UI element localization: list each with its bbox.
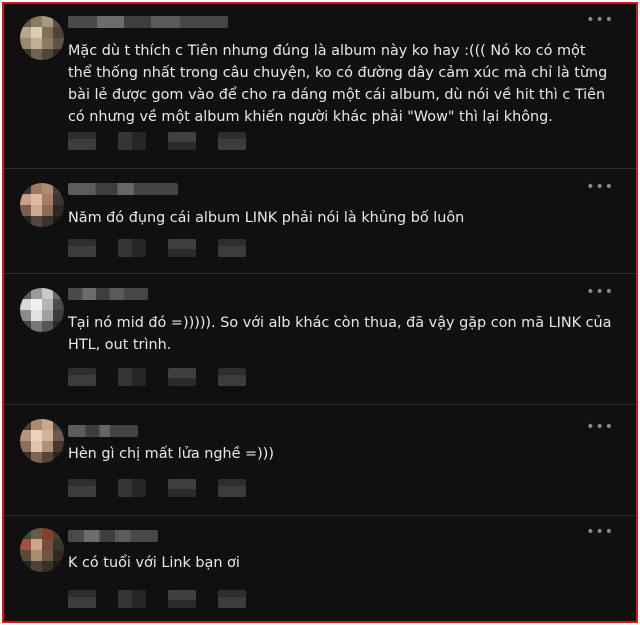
like-icon[interactable] <box>68 239 96 257</box>
reply-icon[interactable] <box>118 590 146 608</box>
repost-icon[interactable] <box>168 132 196 150</box>
reply-icon[interactable] <box>118 239 146 257</box>
share-icon[interactable] <box>218 239 246 257</box>
username-blurred[interactable] <box>68 288 148 300</box>
comment-text: K có tuổi với Link bạn ơi <box>68 555 240 571</box>
username-blurred[interactable] <box>68 425 138 437</box>
comment-actions <box>68 239 246 257</box>
comment-text: Năm đó đụng cái album LINK phải nói là k… <box>68 210 465 226</box>
more-options-icon[interactable]: ••• <box>586 524 614 540</box>
comment-text: Hèn gì chị mất lửa nghề =))) <box>68 446 274 462</box>
comment-text: Tại nó mid đó =))))). So với alb khác cò… <box>68 315 617 353</box>
like-icon[interactable] <box>68 132 96 150</box>
reply-icon[interactable] <box>118 479 146 497</box>
share-icon[interactable] <box>218 479 246 497</box>
avatar[interactable] <box>20 16 64 60</box>
share-icon[interactable] <box>218 132 246 150</box>
avatar[interactable] <box>20 528 64 572</box>
like-icon[interactable] <box>68 368 96 386</box>
comment-item: ••• Tại nó mid đó =))))). So với alb khá… <box>4 274 636 405</box>
username-blurred[interactable] <box>68 16 228 28</box>
repost-icon[interactable] <box>168 590 196 608</box>
avatar[interactable] <box>20 419 64 463</box>
share-icon[interactable] <box>218 368 246 386</box>
like-icon[interactable] <box>68 479 96 497</box>
repost-icon[interactable] <box>168 479 196 497</box>
comment-item: ••• Mặc dù t thích c Tiên nhưng đúng là … <box>4 4 636 169</box>
more-options-icon[interactable]: ••• <box>586 179 614 195</box>
repost-icon[interactable] <box>168 368 196 386</box>
more-options-icon[interactable]: ••• <box>586 284 614 300</box>
repost-icon[interactable] <box>168 239 196 257</box>
avatar[interactable] <box>20 183 64 227</box>
comment-text: Mặc dù t thích c Tiên nhưng đúng là albu… <box>68 43 612 125</box>
avatar[interactable] <box>20 288 64 332</box>
reply-icon[interactable] <box>118 132 146 150</box>
share-icon[interactable] <box>218 590 246 608</box>
reply-icon[interactable] <box>118 368 146 386</box>
comment-actions <box>68 368 246 386</box>
comment-feed: ••• Mặc dù t thích c Tiên nhưng đúng là … <box>2 2 638 623</box>
comment-actions <box>68 132 246 150</box>
comment-item: ••• K có tuổi với Link bạn ơi <box>4 516 636 621</box>
comment-item: ••• Năm đó đụng cái album LINK phải nói … <box>4 169 636 274</box>
username-blurred[interactable] <box>68 183 178 195</box>
comment-actions <box>68 590 246 608</box>
more-options-icon[interactable]: ••• <box>586 12 614 28</box>
comment-actions <box>68 479 246 497</box>
comment-item: ••• Hèn gì chị mất lửa nghề =))) <box>4 405 636 516</box>
username-blurred[interactable] <box>68 530 158 542</box>
more-options-icon[interactable]: ••• <box>586 419 614 435</box>
like-icon[interactable] <box>68 590 96 608</box>
